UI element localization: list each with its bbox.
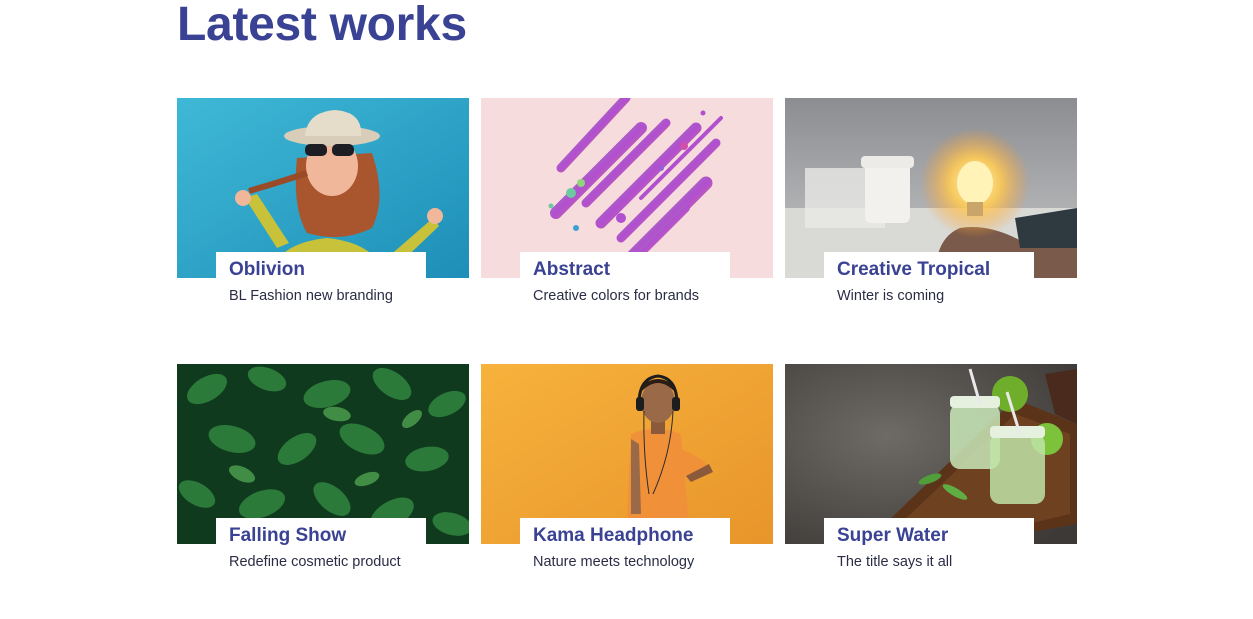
work-title-creative-tropical[interactable]: Creative Tropical xyxy=(837,259,990,281)
work-card-oblivion[interactable]: Oblivion BL Fashion new branding xyxy=(177,98,469,318)
work-subtitle-abstract: Creative colors for brands xyxy=(533,288,700,304)
work-card-falling-show[interactable]: Falling Show Redefine cosmetic product xyxy=(177,364,469,584)
work-subtitle-kama-headphone: Nature meets technology xyxy=(533,554,695,570)
work-thumbnail-abstract[interactable] xyxy=(481,98,773,278)
work-title-super-water[interactable]: Super Water xyxy=(837,525,948,547)
work-thumbnail-super-water[interactable] xyxy=(785,364,1077,544)
work-subtitle-falling-show: Redefine cosmetic product xyxy=(229,554,401,570)
page-title: Latest works xyxy=(177,0,467,51)
work-title-kama-headphone[interactable]: Kama Headphone xyxy=(533,525,693,547)
work-title-abstract[interactable]: Abstract xyxy=(533,259,610,281)
work-card-super-water[interactable]: Super Water The title says it all xyxy=(785,364,1077,584)
work-title-oblivion[interactable]: Oblivion xyxy=(229,259,305,281)
work-subtitle-creative-tropical: Winter is coming xyxy=(837,288,945,304)
work-title-falling-show[interactable]: Falling Show xyxy=(229,525,346,547)
work-thumbnail-creative-tropical[interactable] xyxy=(785,98,1077,278)
work-thumbnail-kama-headphone[interactable] xyxy=(481,364,773,544)
work-card-kama-headphone[interactable]: Kama Headphone Nature meets technology xyxy=(481,364,773,584)
works-grid: Oblivion BL Fashion new branding Abstrac… xyxy=(177,98,1077,578)
work-subtitle-oblivion: BL Fashion new branding xyxy=(229,288,393,304)
work-thumbnail-oblivion[interactable] xyxy=(177,98,469,278)
work-card-abstract[interactable]: Abstract Creative colors for brands xyxy=(481,98,773,318)
work-card-creative-tropical[interactable]: Creative Tropical Winter is coming xyxy=(785,98,1077,318)
work-subtitle-super-water: The title says it all xyxy=(837,554,953,570)
work-thumbnail-falling-show[interactable] xyxy=(177,364,469,544)
